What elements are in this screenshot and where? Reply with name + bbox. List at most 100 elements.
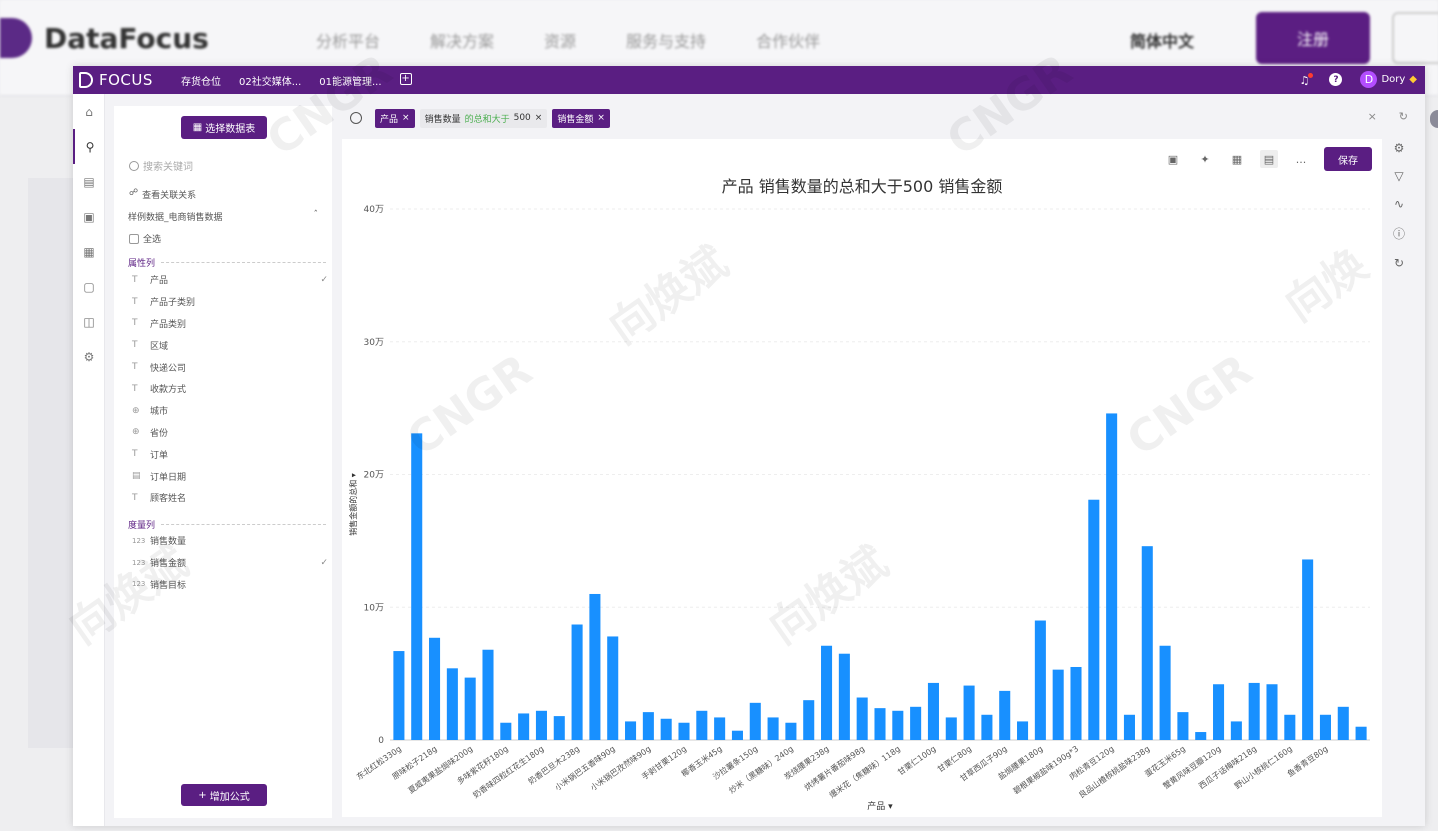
attribute-field[interactable]: T 产品子类别 [132, 291, 328, 313]
bar[interactable] [856, 697, 868, 740]
select-all-checkbox[interactable]: 全选 [129, 232, 161, 245]
bar[interactable] [945, 717, 957, 740]
bar[interactable] [1106, 413, 1118, 740]
message-icon[interactable]: ▣ [73, 199, 105, 234]
measure-field[interactable]: 123 销售金额 ✓ [132, 552, 328, 574]
choose-table-button[interactable]: ▦ 选择数据表 [181, 116, 267, 139]
bar[interactable] [607, 636, 619, 740]
bar[interactable] [1123, 714, 1135, 740]
data-source-header[interactable]: 样例数据_电商销售数据 ˆ [128, 210, 318, 223]
bar[interactable] [500, 722, 512, 740]
bar[interactable] [429, 637, 441, 740]
attribute-field[interactable]: T 收款方式 [132, 378, 328, 400]
add-tab-button[interactable]: + [399, 72, 412, 85]
attribute-field[interactable]: T 区域 [132, 334, 328, 356]
home-icon[interactable]: ⌂ [73, 94, 105, 129]
filter-icon[interactable]: ▽ [1394, 169, 1403, 183]
bar[interactable] [1034, 620, 1046, 740]
bar[interactable] [1248, 682, 1260, 740]
bar[interactable] [553, 716, 565, 740]
measure-field[interactable]: 123 销售数量 [132, 530, 328, 552]
bar[interactable] [1213, 684, 1225, 740]
bar[interactable] [927, 682, 939, 740]
bar[interactable] [1302, 559, 1314, 740]
tab-inventory[interactable]: 存货仓位 [181, 73, 221, 88]
refresh-icon[interactable]: ↻ [1394, 256, 1404, 270]
trend-icon[interactable]: ∿ [1394, 197, 1404, 211]
bar[interactable] [821, 645, 833, 740]
bar[interactable] [696, 710, 708, 740]
bar[interactable] [963, 685, 975, 740]
bar[interactable] [1141, 546, 1153, 740]
brand[interactable]: FOCUS [73, 71, 181, 89]
bar[interactable] [749, 702, 761, 740]
bar[interactable] [1337, 706, 1349, 740]
bar[interactable] [910, 706, 922, 740]
bar[interactable] [1319, 714, 1331, 740]
settings-icon[interactable]: ⚙ [73, 339, 105, 374]
bar[interactable] [678, 722, 690, 740]
bar[interactable] [1284, 714, 1296, 740]
bar[interactable] [999, 690, 1011, 740]
bar[interactable] [535, 710, 547, 740]
bar[interactable] [1195, 732, 1207, 740]
bar[interactable] [1230, 721, 1242, 740]
tab-energy[interactable]: 01能源管理... [319, 73, 381, 88]
attribute-field[interactable]: ⊕ 省份 [132, 422, 328, 444]
bar[interactable] [1266, 684, 1278, 740]
bar[interactable] [464, 677, 476, 740]
attribute-field[interactable]: T 订单 [132, 443, 328, 465]
attribute-field[interactable]: T 顾客姓名 [132, 487, 328, 509]
tab-social-media[interactable]: 02社交媒体... [239, 73, 301, 88]
bar[interactable] [767, 717, 779, 740]
gear-icon[interactable]: ⚙ [1394, 141, 1405, 155]
attribute-field[interactable]: T 产品 ✓ [132, 269, 328, 291]
close-icon[interactable]: × [402, 113, 410, 123]
bar[interactable] [892, 710, 904, 740]
bar[interactable] [482, 649, 494, 740]
refresh-icon[interactable]: ↻ [1399, 110, 1408, 128]
x-axis-label[interactable]: 产品 ▾ [867, 800, 893, 812]
add-formula-button[interactable]: + 增加公式 [181, 784, 267, 806]
measure-field[interactable]: 123 销售目标 [132, 574, 328, 596]
help-icon[interactable]: ? [1329, 73, 1343, 86]
bar[interactable] [714, 717, 726, 740]
search-bar[interactable]: 产品 × 销售数量 的总和大于 500 × 销售金额 × × ↻ [342, 104, 1438, 132]
bar[interactable] [411, 433, 423, 740]
bar[interactable] [660, 718, 672, 740]
field-search-input[interactable]: 搜索关键词 [129, 158, 193, 173]
y-axis-label[interactable]: 销售金额的总和 ▾ [348, 473, 358, 536]
chart-icon[interactable]: ▤ [73, 164, 105, 199]
search-icon[interactable]: ⚲ [73, 129, 105, 164]
search-token-filter[interactable]: 销售数量 的总和大于 500 × [419, 108, 548, 128]
user-menu[interactable]: D Dory ◆ [1360, 71, 1417, 88]
database-icon[interactable]: ◫ [73, 304, 105, 339]
bar[interactable] [571, 624, 583, 740]
chevron-up-icon[interactable]: ˆ [314, 210, 319, 223]
view-relations-link[interactable]: ☍ 查看关联关系 [129, 188, 196, 201]
attribute-field[interactable]: T 快递公司 [132, 356, 328, 378]
bar[interactable] [1052, 669, 1064, 740]
bar[interactable] [1355, 726, 1367, 740]
bar[interactable] [874, 708, 886, 740]
assistant-robot-icon[interactable] [1430, 110, 1438, 128]
notification-bell-icon[interactable]: ♫ [1299, 72, 1314, 87]
bar[interactable] [446, 668, 458, 740]
bar[interactable] [589, 593, 601, 740]
bar[interactable] [838, 653, 850, 740]
search-token-product[interactable]: 产品 × [375, 108, 415, 128]
bar[interactable] [393, 651, 405, 740]
info-icon[interactable]: ⓘ [1393, 225, 1405, 242]
folder-icon[interactable]: ▢ [73, 269, 105, 304]
bar[interactable] [1159, 645, 1171, 740]
bar[interactable] [803, 700, 815, 740]
search-token-sales[interactable]: 销售金额 × [552, 108, 610, 128]
bar[interactable] [1070, 666, 1082, 740]
bar[interactable] [785, 722, 797, 740]
bar[interactable] [1177, 712, 1189, 740]
attribute-field[interactable]: ▤ 订单日期 [132, 465, 328, 487]
close-icon[interactable]: × [597, 113, 605, 123]
bar[interactable] [1088, 499, 1100, 740]
table-icon[interactable]: ▦ [73, 234, 105, 269]
clear-icon[interactable]: × [1368, 110, 1377, 128]
